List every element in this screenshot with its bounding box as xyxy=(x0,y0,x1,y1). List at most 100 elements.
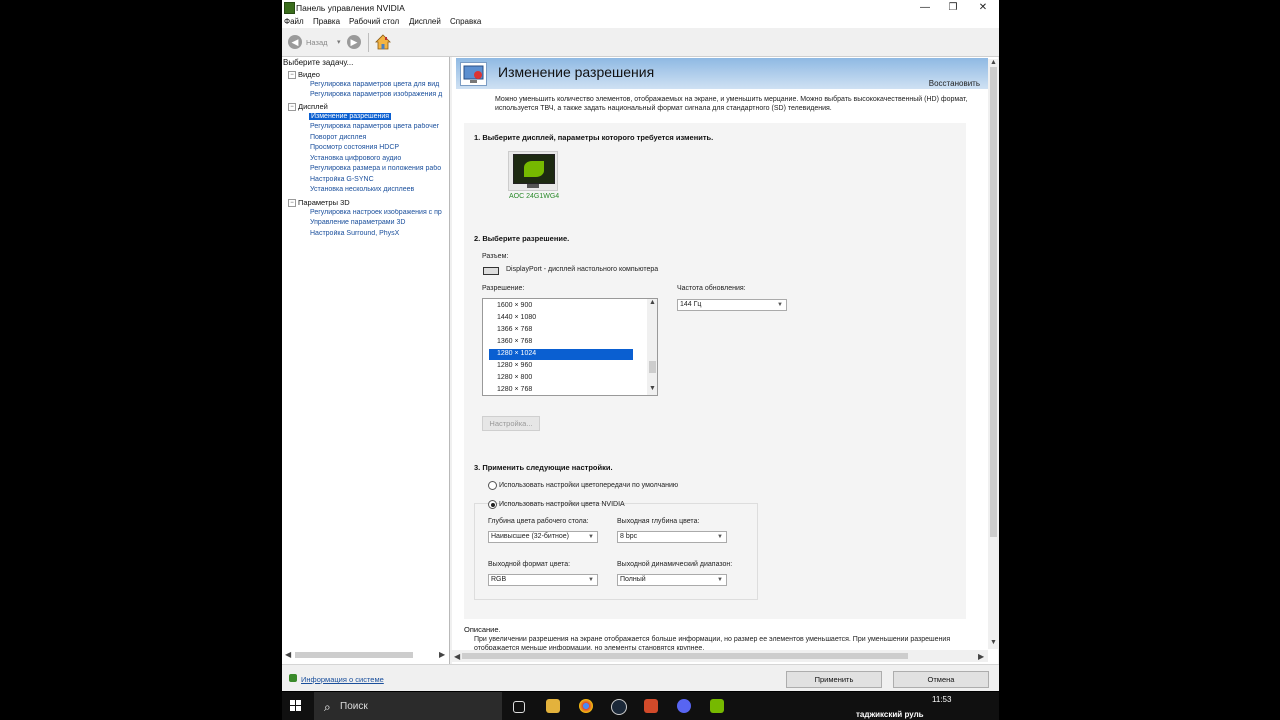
resolution-list-scrollbar[interactable]: ▲ ▼ xyxy=(647,299,657,395)
restore-defaults-link[interactable]: Восстановить xyxy=(929,79,980,88)
tree-item-size-position[interactable]: Регулировка размера и положения рабо xyxy=(282,165,449,175)
tree-item-multiple-displays[interactable]: Установка нескольких дисплеев xyxy=(282,186,449,196)
tree-item-3d-image[interactable]: Регулировка настроек изображения с пр xyxy=(282,209,449,219)
display-select-tile[interactable] xyxy=(508,151,558,191)
minimize-button[interactable]: — xyxy=(912,0,938,15)
resolution-option[interactable]: 1360 × 768 xyxy=(497,338,532,345)
close-button[interactable]: ✕ xyxy=(970,0,996,15)
tree-category-3d[interactable]: − Параметры 3D xyxy=(282,198,449,208)
scroll-up-icon[interactable]: ▲ xyxy=(649,299,656,306)
title-bar: Панель управления NVIDIA — ❐ ✕ xyxy=(282,0,999,15)
home-icon[interactable] xyxy=(375,34,391,50)
tree-item-video-image[interactable]: Регулировка параметров изображения д xyxy=(282,91,449,101)
radio-default-color[interactable] xyxy=(488,481,497,490)
resolution-label: Разрешение: xyxy=(482,285,525,292)
radio-default-color-label[interactable]: Использовать настройки цветопередачи по … xyxy=(499,482,678,489)
tree-category-video[interactable]: − Видео xyxy=(282,70,449,80)
scroll-down-icon[interactable]: ▼ xyxy=(990,639,997,646)
scrollbar-thumb[interactable] xyxy=(295,652,413,658)
refresh-rate-select[interactable]: 144 Гц ▼ xyxy=(677,299,787,311)
bottom-bar: Информация о системе Применить Отмена xyxy=(282,664,999,691)
taskbar-search[interactable]: ⌕ Поиск xyxy=(314,692,502,720)
task-tree-header: Выберите задачу... xyxy=(283,58,354,67)
apply-button[interactable]: Применить xyxy=(786,671,882,688)
app-icon[interactable] xyxy=(644,699,658,713)
description-title: Описание. xyxy=(464,625,501,634)
output-format-select[interactable]: RGB ▼ xyxy=(488,574,598,586)
notification-text[interactable]: таджикский руль xyxy=(856,710,924,719)
menu-desktop[interactable]: Рабочий стол xyxy=(349,17,399,26)
task-view-icon[interactable] xyxy=(513,701,525,713)
resolution-option[interactable]: 1280 × 768 xyxy=(497,386,532,393)
content-horizontal-scrollbar[interactable]: ◀ ▶ xyxy=(452,650,988,662)
nvidia-taskbar-icon[interactable] xyxy=(710,699,724,713)
search-placeholder[interactable]: Поиск xyxy=(340,701,368,712)
menu-display[interactable]: Дисплей xyxy=(409,17,441,26)
back-button[interactable]: ◀ xyxy=(288,35,302,49)
left-horizontal-scrollbar[interactable]: ◀ ▶ xyxy=(285,650,447,660)
resolution-option[interactable]: 1280 × 960 xyxy=(497,362,532,369)
menu-file[interactable]: Файл xyxy=(284,17,304,26)
page-intro: Можно уменьшить количество элементов, от… xyxy=(495,96,968,112)
content-vertical-scrollbar[interactable]: ▲ ▼ xyxy=(988,59,998,649)
dynamic-range-select[interactable]: Полный ▼ xyxy=(617,574,727,586)
radio-nvidia-color-label[interactable]: Использовать настройки цвета NVIDIA xyxy=(499,501,625,508)
page-title: Изменение разрешения xyxy=(498,64,655,80)
file-explorer-icon[interactable] xyxy=(546,699,560,713)
tree-item-change-resolution[interactable]: Изменение разрешения xyxy=(282,113,449,123)
cancel-button[interactable]: Отмена xyxy=(893,671,989,688)
resolution-listbox[interactable]: 1600 × 900 1440 × 1080 1366 × 768 1360 ×… xyxy=(482,298,658,396)
tree-item-surround-physx[interactable]: Настройка Surround, PhysX xyxy=(282,230,449,240)
displayport-icon xyxy=(483,267,499,275)
scrollbar-thumb[interactable] xyxy=(649,361,656,373)
chrome-icon[interactable] xyxy=(579,699,593,713)
system-info-link[interactable]: Информация о системе xyxy=(301,675,384,684)
discord-icon[interactable] xyxy=(677,699,691,713)
tree-item-gsync[interactable]: Настройка G-SYNC xyxy=(282,176,449,186)
tree-item-video-color[interactable]: Регулировка параметров цвета для вид xyxy=(282,81,449,91)
resolution-option-selected[interactable]: 1280 × 1024 xyxy=(497,350,536,357)
windows-start-icon[interactable] xyxy=(290,700,302,712)
tree-item-rotate-display[interactable]: Поворот дисплея xyxy=(282,134,449,144)
back-history-dropdown[interactable]: ▾ xyxy=(337,38,341,46)
customize-button[interactable]: Настройка... xyxy=(482,416,540,431)
scroll-right-icon[interactable]: ▶ xyxy=(978,652,984,661)
clock-time[interactable]: 11:53 xyxy=(932,695,951,704)
scroll-left-icon[interactable]: ◀ xyxy=(454,652,460,661)
monitor-name[interactable]: AOC 24G1WG4 xyxy=(509,193,559,200)
maximize-button[interactable]: ❐ xyxy=(940,0,966,15)
tree-category-display[interactable]: − Дисплей xyxy=(282,102,449,112)
collapse-icon[interactable]: − xyxy=(288,199,296,207)
arrow-left-icon: ◀ xyxy=(291,37,299,47)
tree-item-hdcp[interactable]: Просмотр состояния HDCP xyxy=(282,144,449,154)
desktop-depth-select[interactable]: Наивысшее (32-битное) ▼ xyxy=(488,531,598,543)
output-depth-select[interactable]: 8 bpc ▼ xyxy=(617,531,727,543)
radio-nvidia-color[interactable] xyxy=(488,500,497,509)
forward-button[interactable]: ▶ xyxy=(347,35,361,49)
connector-value: DisplayPort - дисплей настольного компью… xyxy=(506,266,659,273)
tree-item-desktop-color[interactable]: Регулировка параметров цвета рабочег xyxy=(282,123,449,133)
resolution-option[interactable]: 1600 × 900 xyxy=(497,302,532,309)
output-depth-label: Выходная глубина цвета: xyxy=(617,518,700,525)
step2-title: 2. Выберите разрешение. xyxy=(474,234,570,243)
resolution-option[interactable]: 1440 × 1080 xyxy=(497,314,536,321)
scrollbar-thumb[interactable] xyxy=(462,653,908,659)
collapse-icon[interactable]: − xyxy=(288,71,296,79)
chevron-down-icon: ▼ xyxy=(717,577,723,583)
scroll-right-icon[interactable]: ▶ xyxy=(439,650,445,659)
scroll-down-icon[interactable]: ▼ xyxy=(649,385,656,392)
tree-item-3d-settings[interactable]: Управление параметрами 3D xyxy=(282,219,449,229)
scrollbar-thumb[interactable] xyxy=(990,67,997,537)
menu-help[interactable]: Справка xyxy=(450,17,481,26)
scroll-left-icon[interactable]: ◀ xyxy=(285,650,291,659)
back-label[interactable]: Назад xyxy=(306,38,328,47)
menu-edit[interactable]: Правка xyxy=(313,17,340,26)
toolbar: ◀ Назад ▾ ▶ xyxy=(282,29,999,57)
resolution-option[interactable]: 1366 × 768 xyxy=(497,326,532,333)
collapse-icon[interactable]: − xyxy=(288,103,296,111)
steam-icon[interactable] xyxy=(611,699,627,715)
tree-item-digital-audio[interactable]: Установка цифрового аудио xyxy=(282,155,449,165)
windows-taskbar: ⌕ Поиск 11:53 таджикский руль xyxy=(282,692,999,720)
scroll-up-icon[interactable]: ▲ xyxy=(990,59,997,66)
resolution-option[interactable]: 1280 × 800 xyxy=(497,374,532,381)
